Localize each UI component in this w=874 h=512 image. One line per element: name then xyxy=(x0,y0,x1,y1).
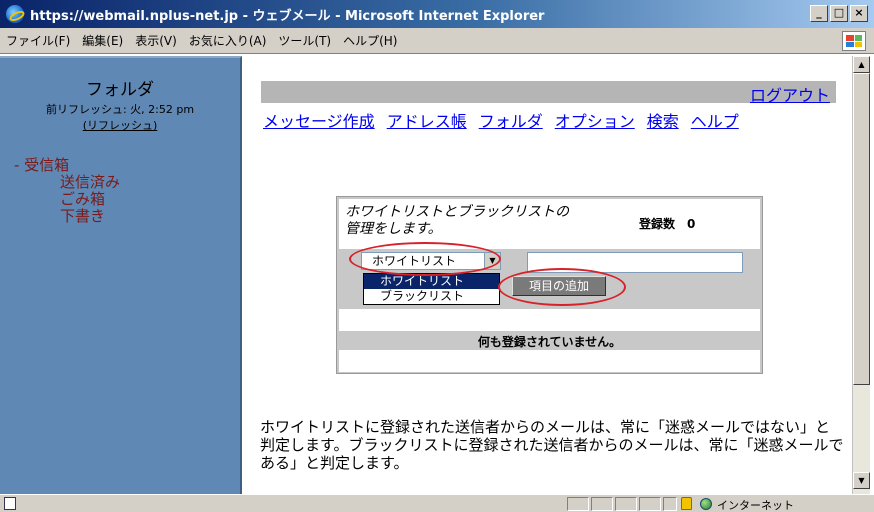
address-input[interactable] xyxy=(527,252,743,273)
status-cell xyxy=(591,497,613,511)
window-title: https://webmail.nplus-net.jp - ウェブメール - … xyxy=(30,8,545,24)
list-type-select[interactable]: ホワイトリスト ▼ xyxy=(361,252,501,270)
registered-count: 登録数 0 xyxy=(639,217,696,231)
status-cell xyxy=(615,497,637,511)
internet-zone-icon xyxy=(700,498,712,510)
menu-bar: ファイル(F) 編集(E) 表示(V) お気に入り(A) ツール(T) ヘルプ(… xyxy=(0,28,874,54)
vertical-scrollbar[interactable]: ▲ ▼ xyxy=(852,56,870,494)
refresh-link[interactable]: (リフレッシュ) xyxy=(0,117,240,133)
nav-options[interactable]: オプション xyxy=(555,108,635,132)
main-nav: メッセージ作成 アドレス帳 フォルダ オプション 検索 ヘルプ xyxy=(263,108,739,132)
folder-list: - 受信箱 送信済み ごみ箱 下書き xyxy=(14,157,240,225)
menu-edit[interactable]: 編集(E) xyxy=(82,32,123,49)
folder-drafts[interactable]: 下書き xyxy=(14,208,240,225)
scroll-up-arrow-icon[interactable]: ▲ xyxy=(853,56,870,73)
windows-logo-icon xyxy=(842,31,866,51)
nav-help[interactable]: ヘルプ xyxy=(691,108,739,132)
window-title-bar: https://webmail.nplus-net.jp - ウェブメール - … xyxy=(0,0,874,28)
last-refresh-info: 前リフレッシュ: 火, 2:52 pm xyxy=(45,103,195,116)
scroll-down-arrow-icon[interactable]: ▼ xyxy=(853,472,870,489)
folder-trash[interactable]: ごみ箱 xyxy=(14,191,240,208)
panel-description-line2: 管理をします。 xyxy=(345,221,442,237)
nav-search[interactable]: 検索 xyxy=(647,108,679,132)
menu-view[interactable]: 表示(V) xyxy=(135,32,177,49)
main-content: ログアウト メッセージ作成 アドレス帳 フォルダ オプション 検索 ヘルプ ホワ… xyxy=(246,56,850,494)
folder-sent[interactable]: 送信済み xyxy=(14,174,240,191)
lock-icon xyxy=(681,497,692,510)
header-band: ログアウト xyxy=(261,81,836,106)
panel-description-line1: ホワイトリストとブラックリストの xyxy=(345,204,569,220)
internet-explorer-icon xyxy=(6,5,24,23)
status-cell xyxy=(639,497,661,511)
window-controls: _ □ × xyxy=(810,5,868,22)
menu-tools[interactable]: ツール(T) xyxy=(278,32,331,49)
close-button[interactable]: × xyxy=(850,5,868,22)
nav-folders[interactable]: フォルダ xyxy=(479,108,543,132)
list-type-selected-value: ホワイトリスト xyxy=(372,254,457,268)
nav-compose[interactable]: メッセージ作成 xyxy=(263,108,375,132)
list-type-dropdown: ホワイトリスト ブラックリスト xyxy=(363,273,500,305)
panel-row-blank xyxy=(339,309,760,331)
whitelist-explanation: ホワイトリストに登録された送信者からのメールは、常に「迷惑メールではない」と判定… xyxy=(260,418,844,472)
panel-header: ホワイトリストとブラックリストの 管理をします。 登録数 0 xyxy=(339,199,760,249)
scroll-thumb[interactable] xyxy=(853,73,870,385)
security-zone-label: インターネット xyxy=(717,499,794,512)
panel-description: ホワイトリストとブラックリストの 管理をします。 xyxy=(345,204,569,238)
status-cell xyxy=(663,497,677,511)
status-bar: インターネット xyxy=(0,494,874,512)
status-cell xyxy=(567,497,589,511)
folder-inbox[interactable]: - 受信箱 xyxy=(14,157,240,174)
add-item-button[interactable]: 項目の追加 xyxy=(512,276,606,296)
panel-row-blank-2 xyxy=(339,350,760,372)
sidebar-title: フォルダ xyxy=(86,80,154,100)
menu-help[interactable]: ヘルプ(H) xyxy=(343,32,397,49)
page-icon xyxy=(4,497,16,510)
folder-sidebar: フォルダ 前リフレッシュ: 火, 2:52 pm (リフレッシュ) - 受信箱 … xyxy=(0,56,242,494)
option-whitelist[interactable]: ホワイトリスト xyxy=(364,274,499,289)
empty-list-message: 何も登録されていません。 xyxy=(477,335,622,349)
menu-favorites[interactable]: お気に入り(A) xyxy=(189,32,267,49)
whitelist-panel: ホワイトリストとブラックリストの 管理をします。 登録数 0 ホワイトリスト ▼… xyxy=(336,196,763,374)
minimize-button[interactable]: _ xyxy=(810,5,828,22)
nav-address-book[interactable]: アドレス帳 xyxy=(387,108,467,132)
maximize-button[interactable]: □ xyxy=(830,5,848,22)
logout-link[interactable]: ログアウト xyxy=(750,82,830,106)
menu-file[interactable]: ファイル(F) xyxy=(6,32,70,49)
chevron-down-icon[interactable]: ▼ xyxy=(484,253,500,269)
option-blacklist[interactable]: ブラックリスト xyxy=(364,289,499,304)
